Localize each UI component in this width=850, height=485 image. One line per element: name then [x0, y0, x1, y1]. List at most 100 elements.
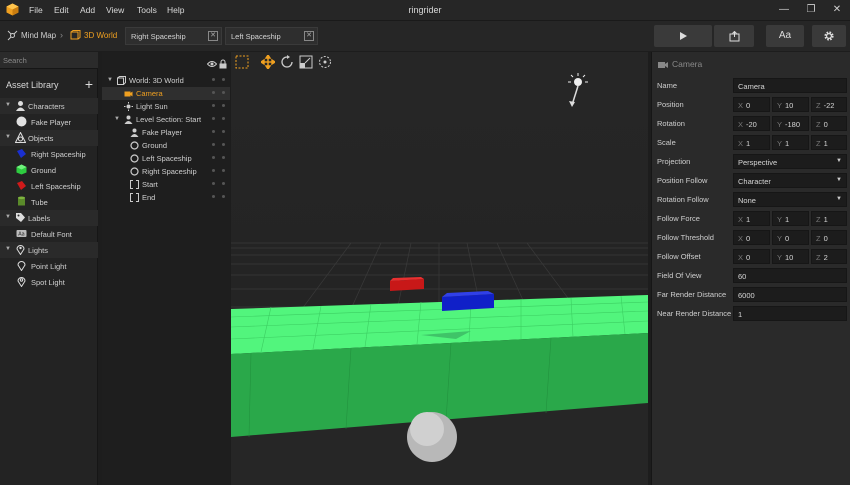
location-pin-icon	[16, 245, 25, 255]
follow-offset-y-field[interactable]: Y 10	[772, 249, 809, 264]
visibility-dots[interactable]	[212, 143, 226, 147]
asset-label: Tube	[31, 198, 48, 207]
export-button[interactable]	[714, 25, 754, 47]
tab-label: Left Spaceship	[231, 32, 281, 41]
tree-item-start[interactable]: Start	[102, 178, 230, 191]
eye-icon[interactable]	[207, 60, 217, 68]
tree-item-ground[interactable]: Ground	[102, 139, 230, 152]
tree-item-end[interactable]: End	[102, 191, 230, 204]
restore-icon[interactable]: ❐	[804, 3, 818, 17]
scale-tool-icon[interactable]	[299, 55, 313, 69]
follow-force-x-field[interactable]: X1	[733, 211, 770, 226]
asset-default-font[interactable]: Aa Default Font	[0, 226, 98, 242]
move-tool-icon[interactable]	[261, 55, 275, 69]
tree-item-left-spaceship[interactable]: Left Spaceship	[102, 152, 230, 165]
asset-ground[interactable]: Ground	[0, 162, 98, 178]
visibility-dots[interactable]	[212, 91, 226, 95]
add-asset-button[interactable]: +	[85, 76, 93, 92]
follow-force-y-field[interactable]: Y1	[772, 211, 809, 226]
minimize-icon[interactable]: —	[777, 3, 791, 17]
visibility-dots[interactable]	[212, 195, 226, 199]
prop-label: Projection	[657, 157, 691, 166]
menu-add[interactable]: Add	[80, 5, 95, 15]
rotation-x-field[interactable]: X -20	[733, 116, 770, 131]
visibility-dots[interactable]	[212, 104, 226, 108]
visibility-dots[interactable]	[212, 182, 226, 186]
asset-left-spaceship[interactable]: Left Spaceship	[0, 178, 98, 194]
follow-threshold-z-field[interactable]: Z0	[811, 230, 847, 245]
near-render-distance-field[interactable]: 1	[733, 306, 847, 321]
rotation-y-field[interactable]: Y -180	[772, 116, 809, 131]
lock-icon[interactable]	[219, 59, 227, 69]
scale-y-field[interactable]: Y1	[772, 135, 809, 150]
rotate-tool-icon[interactable]	[280, 55, 294, 69]
menu-file[interactable]: File	[29, 5, 43, 15]
tree-item-level-section[interactable]: ▼ Level Section: Start	[102, 113, 230, 126]
tree-label: End	[142, 193, 156, 202]
tree-item-right-spaceship[interactable]: Right Spaceship	[102, 165, 230, 178]
transform-tool-icon[interactable]	[318, 55, 332, 69]
scale-x-field[interactable]: X1	[733, 135, 770, 150]
search-input[interactable]: Search	[0, 52, 98, 69]
tree-label: Left Spaceship	[142, 154, 192, 163]
follow-offset-z-field[interactable]: Z2	[811, 249, 847, 264]
breadcrumb-mind-map[interactable]: Mind Map	[21, 31, 56, 40]
menu-help[interactable]: Help	[167, 5, 184, 15]
follow-threshold-x-field[interactable]: X0	[733, 230, 770, 245]
tab-close-icon[interactable]: ✕	[208, 31, 218, 41]
position-z-field[interactable]: Z -22	[811, 97, 847, 112]
category-objects[interactable]: ▼ Objects	[0, 130, 98, 146]
3d-viewport[interactable]	[231, 52, 648, 485]
breadcrumb-3d-world[interactable]: 3D World	[84, 31, 117, 40]
tree-item-world[interactable]: ▼ World: 3D World	[102, 74, 230, 87]
follow-force-z-field[interactable]: Z1	[811, 211, 847, 226]
far-render-distance-field[interactable]: 6000	[733, 287, 847, 302]
prop-scale: Scale X1 Y1 Z1	[652, 135, 850, 151]
scale-z-field[interactable]: Z1	[811, 135, 847, 150]
visibility-dots[interactable]	[212, 78, 226, 82]
visibility-dots[interactable]	[212, 169, 226, 173]
tab-right-spaceship[interactable]: Right Spaceship ✕	[125, 27, 222, 45]
player-sphere	[407, 412, 457, 462]
name-field[interactable]: Camera	[733, 78, 847, 93]
menu-view[interactable]: View	[106, 5, 124, 15]
rotation-follow-select[interactable]: None ▼	[733, 192, 847, 207]
cylinder-icon	[18, 196, 25, 206]
asset-spot-light[interactable]: Spot Light	[0, 274, 98, 290]
font-button[interactable]: Aa	[766, 25, 804, 47]
tree-item-camera[interactable]: Camera	[102, 87, 230, 100]
projection-select[interactable]: Perspective ▼	[733, 154, 847, 169]
tree-item-light-sun[interactable]: Light Sun	[102, 100, 230, 113]
close-icon[interactable]: ✕	[830, 3, 844, 17]
prop-label: Follow Offset	[657, 252, 701, 261]
asset-fake-player[interactable]: Fake Player	[0, 114, 98, 130]
tab-left-spaceship[interactable]: Left Spaceship ✕	[225, 27, 318, 45]
play-button[interactable]	[654, 25, 712, 47]
menu-bar: File Edit Add View Tools Help ringrider …	[0, 0, 850, 20]
visibility-dots[interactable]	[212, 130, 226, 134]
category-lights[interactable]: ▼ Lights	[0, 242, 98, 258]
asset-point-light[interactable]: Point Light	[0, 258, 98, 274]
position-y-field[interactable]: Y 10	[772, 97, 809, 112]
follow-threshold-y-field[interactable]: Y0	[772, 230, 809, 245]
menu-edit[interactable]: Edit	[54, 5, 69, 15]
prop-label: Near Render Distance	[657, 309, 732, 318]
tree-item-fake-player[interactable]: Fake Player	[102, 126, 230, 139]
asset-tube[interactable]: Tube	[0, 194, 98, 210]
settings-button[interactable]	[812, 25, 846, 47]
tab-close-icon[interactable]: ✕	[304, 31, 314, 41]
position-follow-select[interactable]: Character ▼	[733, 173, 847, 188]
category-characters[interactable]: ▼ Characters	[0, 98, 98, 114]
asset-right-spaceship[interactable]: Right Spaceship	[0, 146, 98, 162]
visibility-dots[interactable]	[212, 156, 226, 160]
world-cube-icon	[117, 76, 126, 85]
menu-tools[interactable]: Tools	[137, 5, 157, 15]
visibility-dots[interactable]	[212, 117, 226, 121]
field-of-view-field[interactable]: 60	[733, 268, 847, 283]
rotation-z-field[interactable]: Z0	[811, 116, 847, 131]
select-tool-icon[interactable]	[235, 55, 249, 69]
category-labels[interactable]: ▼ Labels	[0, 210, 98, 226]
inspector-header: Camera	[652, 58, 850, 72]
follow-offset-x-field[interactable]: X0	[733, 249, 770, 264]
position-x-field[interactable]: X0	[733, 97, 770, 112]
